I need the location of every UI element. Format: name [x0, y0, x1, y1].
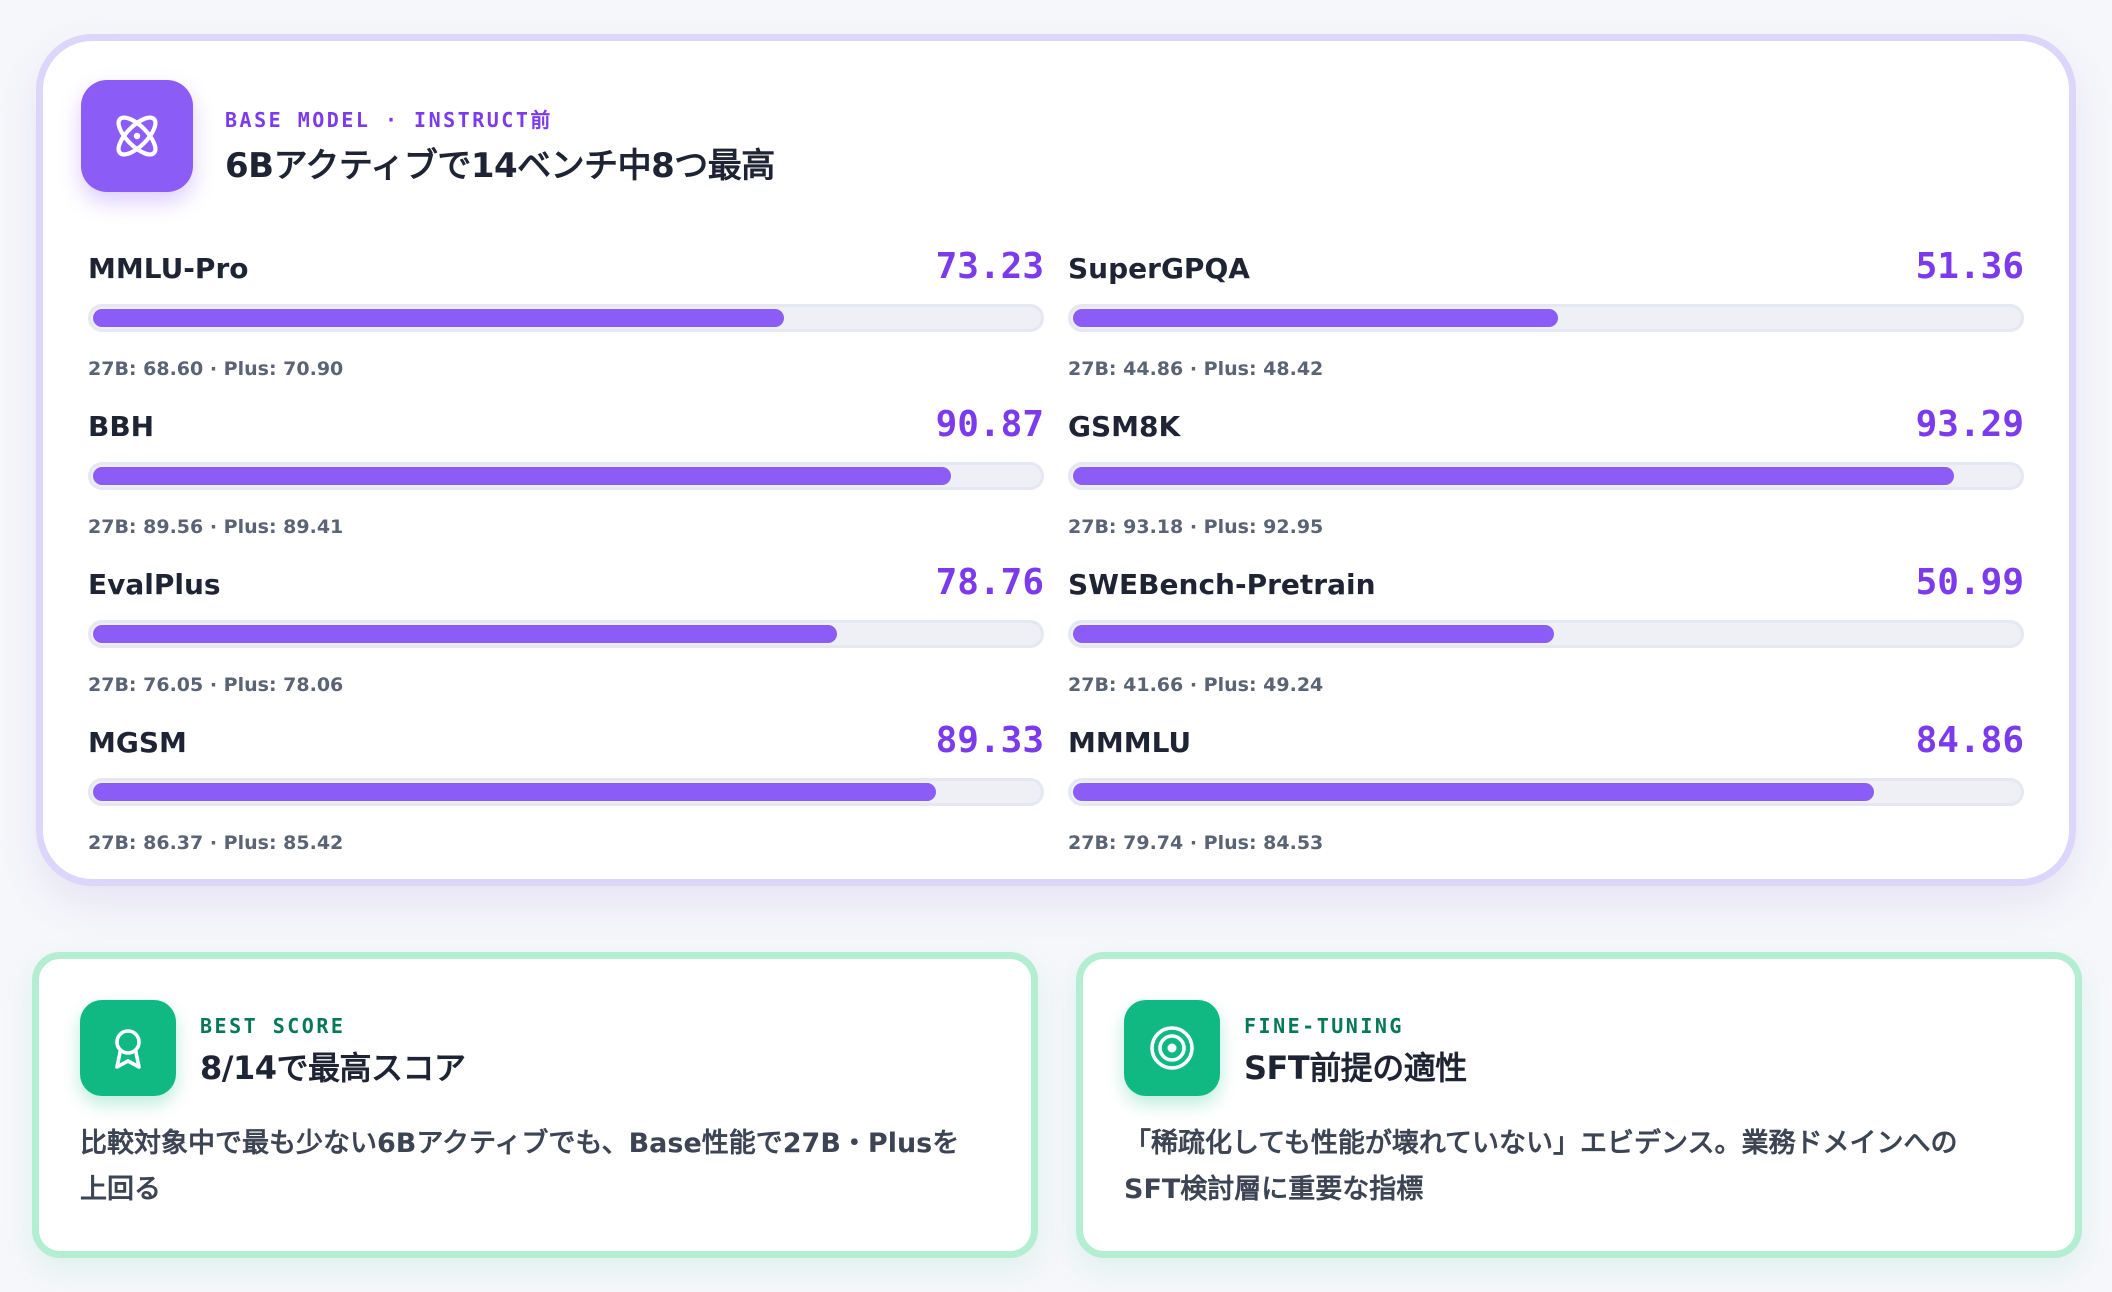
- benchmark-comparison: 27B: 86.37 · Plus: 85.42: [88, 832, 344, 854]
- benchmark-comparison: 27B: 68.60 · Plus: 70.90: [88, 358, 344, 380]
- card-title: 8/14で最高スコア: [200, 1049, 466, 1087]
- score-bar-track: [1068, 620, 2024, 648]
- benchmark-score: 51.36: [1915, 246, 2024, 287]
- award-ribbon-icon: [115, 1029, 141, 1069]
- score-bar-track: [88, 778, 1044, 806]
- benchmark-name: SWEBench-Pretrain: [1068, 568, 1376, 601]
- benchmark-name: MMMLU: [1068, 726, 1192, 759]
- benchmark-item: MMLU-Pro 73.23 27B: 68.60 · Plus: 70.90: [88, 246, 1044, 402]
- benchmark-name: MMLU-Pro: [88, 252, 249, 285]
- benchmark-item: GSM8K 93.29 27B: 93.18 · Plus: 92.95: [1068, 404, 2024, 560]
- atom-icon: [116, 115, 158, 157]
- score-bar-track: [1068, 462, 2024, 490]
- benchmark-name: BBH: [88, 410, 155, 443]
- benchmark-score: 93.29: [1915, 404, 2024, 445]
- section-eyebrow: BASE MODEL · INSTRUCT前: [225, 108, 553, 132]
- benchmark-item: MMMLU 84.86 27B: 79.74 · Plus: 84.53: [1068, 720, 2024, 876]
- benchmark-item: EvalPlus 78.76 27B: 76.05 · Plus: 78.06: [88, 562, 1044, 718]
- card-title: SFT前提の適性: [1244, 1049, 1467, 1087]
- score-bar-track: [88, 462, 1044, 490]
- benchmark-score: 50.99: [1915, 562, 2024, 603]
- score-bar-fill: [93, 309, 784, 327]
- score-bar-fill: [1073, 625, 1554, 643]
- score-bar-track: [88, 620, 1044, 648]
- benchmark-comparison: 27B: 89.56 · Plus: 89.41: [88, 516, 344, 538]
- score-bar-fill: [93, 783, 936, 801]
- benchmark-item: BBH 90.87 27B: 89.56 · Plus: 89.41: [88, 404, 1044, 560]
- score-bar-track: [1068, 778, 2024, 806]
- benchmark-comparison: 27B: 44.86 · Plus: 48.42: [1068, 358, 1324, 380]
- benchmark-comparison: 27B: 79.74 · Plus: 84.53: [1068, 832, 1324, 854]
- score-bar-fill: [93, 625, 837, 643]
- score-bar-track: [88, 304, 1044, 332]
- score-bar-fill: [93, 467, 951, 485]
- atom-icon-badge: [81, 80, 193, 192]
- benchmark-item: SuperGPQA 51.36 27B: 44.86 · Plus: 48.42: [1068, 246, 2024, 402]
- score-bar-fill: [1073, 309, 1558, 327]
- card-description: 「稀疏化しても性能が壊れていない」エビデンス。業務ドメインへのSFT検討層に重要…: [1124, 1128, 1958, 1205]
- benchmark-score: 89.33: [935, 720, 1044, 761]
- benchmark-score: 90.87: [935, 404, 1044, 445]
- award-badge: [80, 1000, 176, 1096]
- benchmark-name: SuperGPQA: [1068, 252, 1250, 285]
- benchmark-score: 84.86: [1915, 720, 2024, 761]
- card-eyebrow: FINE-TUNING: [1244, 1014, 1404, 1038]
- benchmark-name: EvalPlus: [88, 568, 221, 601]
- benchmark-comparison: 27B: 41.66 · Plus: 49.24: [1068, 674, 1324, 696]
- target-icon: [1150, 1026, 1194, 1070]
- benchmark-name: MGSM: [88, 726, 187, 759]
- benchmark-item: MGSM 89.33 27B: 86.37 · Plus: 85.42: [88, 720, 1044, 876]
- card-description: 比較対象中で最も少ない6Bアクティブでも、Base性能で27B・Plusを上回る: [80, 1128, 960, 1205]
- score-bar-track: [1068, 304, 2024, 332]
- score-bar-fill: [1073, 783, 1874, 801]
- benchmark-item: SWEBench-Pretrain 50.99 27B: 41.66 · Plus:…: [1068, 562, 2024, 718]
- benchmark-score: 73.23: [935, 246, 1044, 287]
- benchmark-comparison: 27B: 93.18 · Plus: 92.95: [1068, 516, 1324, 538]
- benchmark-name: GSM8K: [1068, 410, 1181, 443]
- score-bar-fill: [1073, 467, 1954, 485]
- fine-tuning-card: FINE-TUNING SFT前提の適性 「稀疏化しても性能が壊れていない」エビ…: [1076, 952, 2082, 1258]
- benchmark-score: 78.76: [935, 562, 1044, 603]
- section-title: 6Bアクティブで14ベンチ中8つ最高: [225, 146, 775, 186]
- best-score-card: BEST SCORE 8/14で最高スコア 比較対象中で最も少ない6Bアクティブ…: [32, 952, 1038, 1258]
- card-eyebrow: BEST SCORE: [200, 1014, 346, 1038]
- target-badge: [1124, 1000, 1220, 1096]
- benchmark-comparison: 27B: 76.05 · Plus: 78.06: [88, 674, 344, 696]
